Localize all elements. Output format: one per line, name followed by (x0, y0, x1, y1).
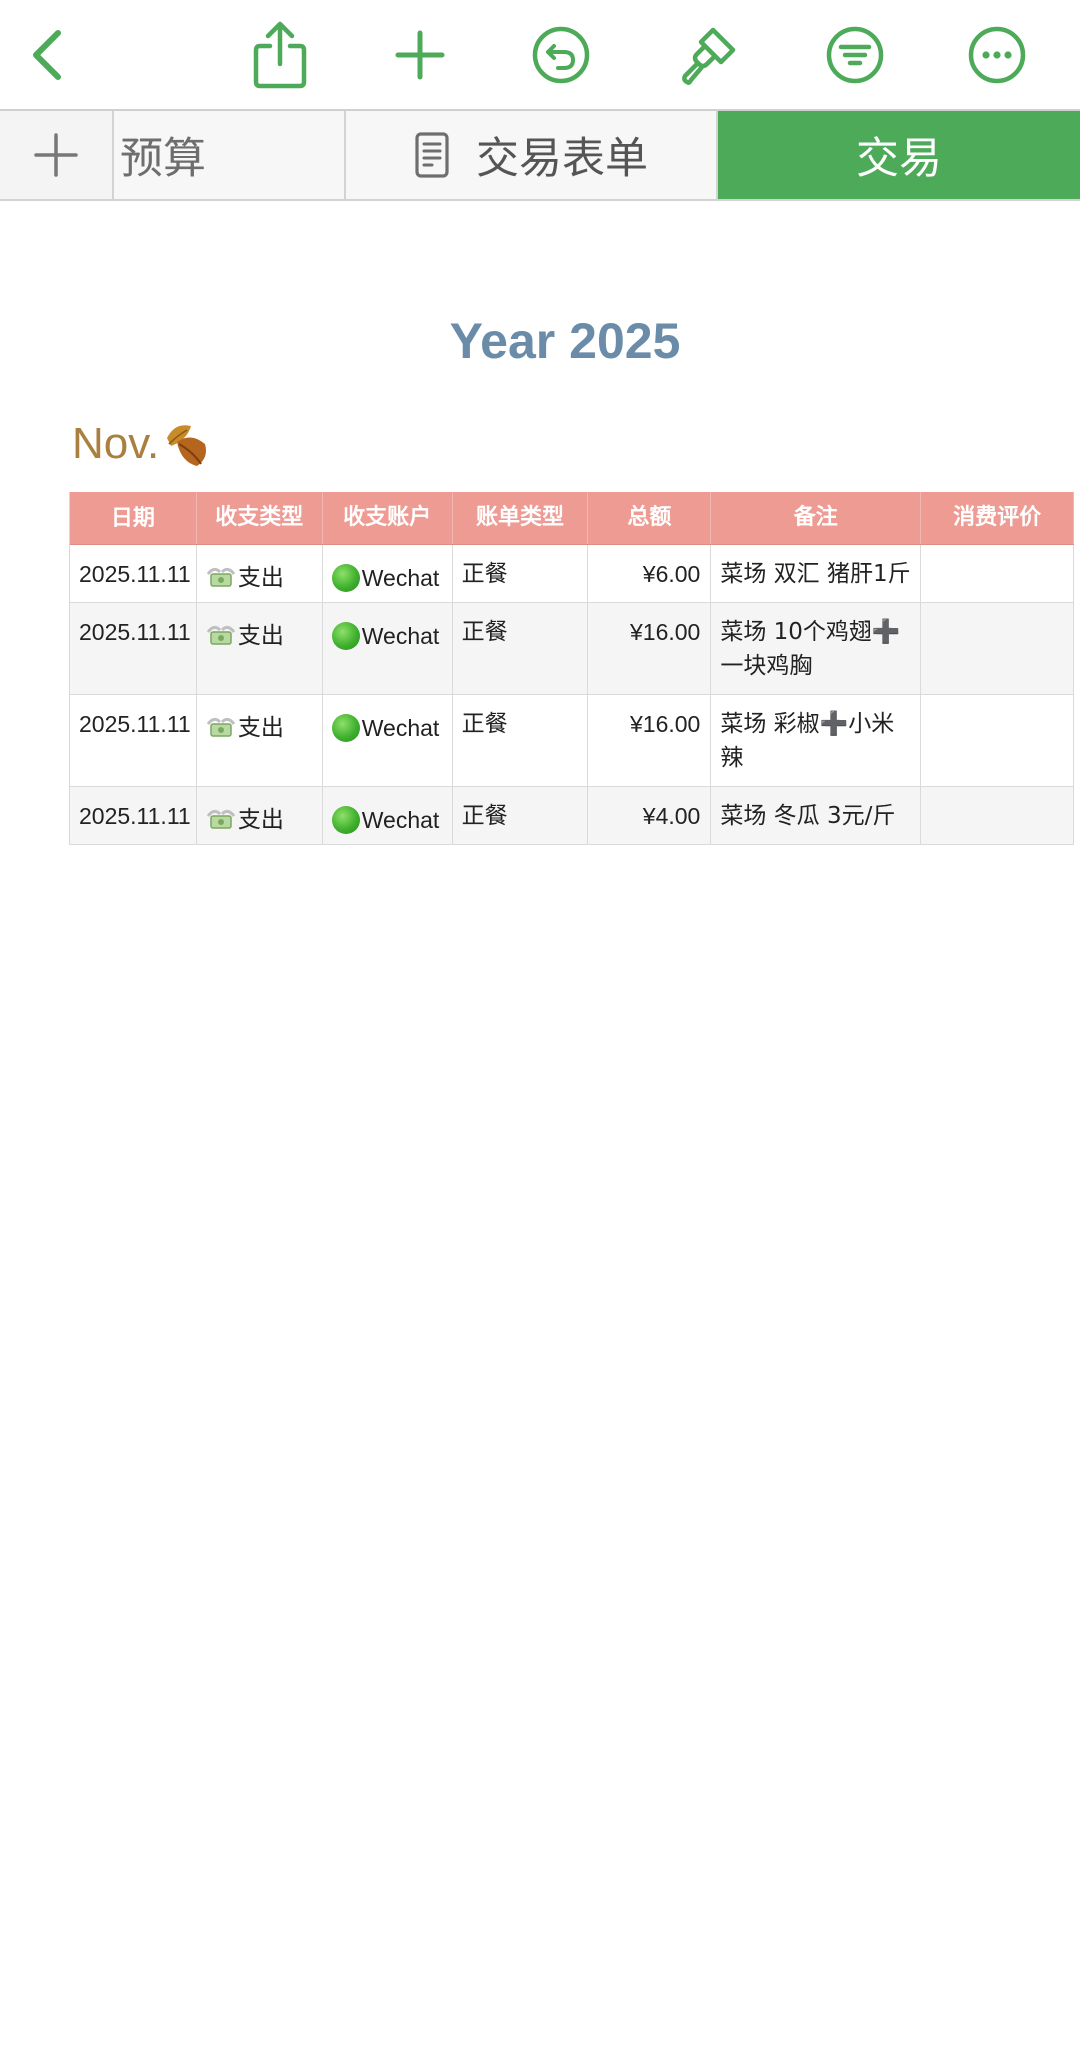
header-type[interactable]: 收支类型 (197, 492, 323, 544)
cell-amount[interactable]: ¥16.00 (588, 695, 712, 786)
money-with-wings-icon (206, 717, 236, 737)
filter-icon[interactable] (815, 15, 895, 95)
money-with-wings-icon (206, 809, 236, 829)
sheet-title: Year 2025 (449, 313, 681, 369)
month-label: Nov. (72, 419, 160, 468)
tab-label: 交易表单 (476, 134, 648, 184)
green-circle-icon (331, 564, 360, 592)
cell-rating[interactable] (921, 603, 1074, 694)
cell-date[interactable]: 2025.11.11 (70, 787, 197, 844)
cell-note[interactable]: 菜场 双汇 猪肝1斤 (711, 545, 922, 602)
header-amount[interactable]: 总额 (588, 492, 712, 544)
cell-amount[interactable]: ¥6.00 (588, 545, 712, 602)
month-heading: Nov. (72, 416, 215, 472)
back-chevron-icon[interactable] (8, 15, 88, 95)
fallen-leaf-icon (167, 425, 207, 466)
account-label: Wechat (361, 715, 440, 741)
cell-amount[interactable]: ¥4.00 (588, 787, 712, 844)
cell-bill-type[interactable]: 正餐 (453, 603, 589, 694)
cell-bill-type[interactable]: 正餐 (453, 787, 589, 844)
money-with-wings-icon (206, 567, 236, 587)
cell-date[interactable]: 2025.11.11 (70, 603, 197, 694)
cell-account[interactable]: Wechat (323, 545, 453, 602)
type-label: 支出 (237, 715, 284, 741)
table-header-row: 日期 收支类型 收支账户 账单类型 总额 备注 消费评价 (70, 492, 1074, 545)
format-brush-icon[interactable] (668, 15, 748, 95)
tab-budget[interactable]: 预算 (114, 111, 346, 199)
cell-account[interactable]: Wechat (323, 787, 453, 844)
cell-type[interactable]: 支出 (197, 603, 323, 694)
cell-bill-type[interactable]: 正餐 (453, 545, 589, 602)
green-circle-icon (331, 714, 360, 742)
add-icon[interactable] (380, 15, 460, 95)
table-row: 2025.11.11 支出 Wechat 正餐 ¥16.00 菜场 10个鸡翅➕一块鸡胸 (70, 603, 1074, 695)
cell-date[interactable]: 2025.11.11 (70, 545, 197, 602)
account-label: Wechat (361, 807, 440, 833)
green-circle-icon (331, 622, 360, 650)
cell-account[interactable]: Wechat (323, 695, 453, 786)
cell-rating[interactable] (921, 545, 1074, 602)
cell-amount[interactable]: ¥16.00 (588, 603, 712, 694)
type-label: 支出 (237, 623, 284, 649)
cell-bill-type[interactable]: 正餐 (453, 695, 589, 786)
header-bill-type[interactable]: 账单类型 (453, 492, 589, 544)
table-row: 2025.11.11 支出 Wechat 正餐 ¥6.00 菜场 双汇 猪肝1斤 (70, 545, 1074, 603)
header-rating[interactable]: 消费评价 (921, 492, 1074, 544)
cell-type[interactable]: 支出 (197, 545, 323, 602)
money-with-wings-icon (206, 625, 236, 645)
table-row: 2025.11.11 支出 Wechat 正餐 ¥4.00 菜场 冬瓜 3元/斤 (70, 787, 1074, 845)
add-sheet-button[interactable] (0, 111, 114, 199)
cell-date[interactable]: 2025.11.11 (70, 695, 197, 786)
toolbar (0, 0, 1080, 111)
tab-label: 交易 (856, 134, 942, 184)
undo-icon[interactable] (521, 15, 601, 95)
cell-note[interactable]: 菜场 冬瓜 3元/斤 (711, 787, 922, 844)
cell-type[interactable]: 支出 (197, 787, 323, 844)
header-account[interactable]: 收支账户 (323, 492, 453, 544)
table-row: 2025.11.11 支出 Wechat 正餐 ¥16.00 菜场 彩椒➕小米辣 (70, 695, 1074, 787)
tab-transaction-form[interactable]: 交易表单 (346, 111, 718, 199)
plus-icon (34, 133, 78, 177)
sheet-tab-bar: 预算 交易表单 交易 (0, 111, 1080, 201)
header-note[interactable]: 备注 (711, 492, 922, 544)
transactions-table: 日期 收支类型 收支账户 账单类型 总额 备注 消费评价 2025.11.11 支… (69, 492, 1074, 845)
green-circle-icon (331, 806, 360, 834)
cell-note[interactable]: 菜场 彩椒➕小米辣 (711, 695, 922, 786)
more-icon[interactable] (957, 15, 1037, 95)
account-label: Wechat (361, 565, 440, 591)
cell-note[interactable]: 菜场 10个鸡翅➕一块鸡胸 (711, 603, 922, 694)
header-date[interactable]: 日期 (70, 492, 197, 544)
tab-transactions[interactable]: 交易 (718, 111, 1080, 199)
cell-rating[interactable] (921, 787, 1074, 844)
form-icon (415, 132, 449, 178)
cell-account[interactable]: Wechat (323, 603, 453, 694)
tab-label: 预算 (120, 134, 206, 184)
share-icon[interactable] (240, 15, 320, 95)
type-label: 支出 (237, 565, 284, 591)
cell-type[interactable]: 支出 (197, 695, 323, 786)
account-label: Wechat (361, 623, 440, 649)
type-label: 支出 (237, 807, 284, 833)
cell-rating[interactable] (921, 695, 1074, 786)
